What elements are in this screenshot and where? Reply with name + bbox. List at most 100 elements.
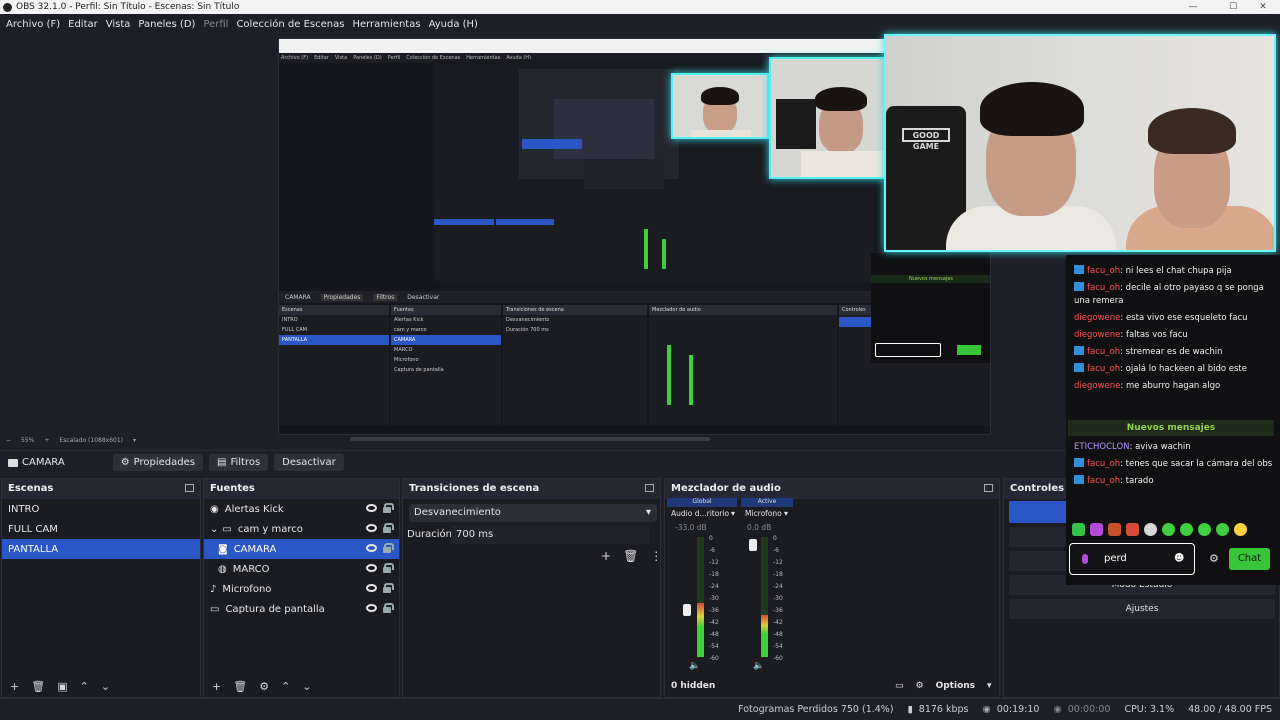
menu-help[interactable]: Ayuda (H)	[425, 19, 482, 30]
options-button[interactable]: Options	[936, 681, 975, 691]
menu-scene-collection[interactable]: Colección de Escenas	[232, 19, 348, 30]
emote-icon[interactable]	[1216, 523, 1229, 536]
chat-input[interactable]: perd ☻	[1069, 543, 1195, 575]
lock-icon[interactable]	[383, 563, 394, 573]
filter-scene-icon[interactable]: ▣	[57, 680, 67, 693]
properties-button[interactable]: ⚙ Propiedades	[112, 454, 203, 471]
microphone-icon[interactable]	[1082, 554, 1088, 564]
layout-icon[interactable]: ▭	[895, 681, 904, 691]
chat-username[interactable]: facu_oh	[1087, 283, 1120, 293]
add-source-button[interactable]: +	[212, 680, 221, 693]
send-chat-button[interactable]: Chat	[1229, 548, 1270, 570]
scene-item-full-cam[interactable]: FULL CAM	[2, 519, 200, 539]
undock-icon[interactable]	[984, 484, 993, 492]
emoji-icon[interactable]: ☻	[1174, 553, 1184, 564]
chat-username[interactable]: ETICHOCLON	[1074, 442, 1130, 452]
lock-icon[interactable]	[383, 543, 394, 553]
move-up-icon[interactable]: ⌃	[281, 680, 290, 693]
scene-item-pantalla[interactable]: PANTALLA	[2, 539, 200, 559]
emote-icon[interactable]	[1198, 523, 1211, 536]
lock-icon[interactable]	[383, 603, 394, 613]
channel-2-meter	[761, 615, 768, 657]
minimize-icon[interactable]: —	[1173, 0, 1213, 14]
chat-username[interactable]: facu_oh	[1087, 266, 1120, 276]
move-up-icon[interactable]: ⌃	[80, 680, 89, 693]
undock-icon[interactable]	[645, 484, 654, 492]
stream-time: 00:19:10	[996, 704, 1040, 715]
settings-button[interactable]: Ajustes	[1009, 599, 1275, 619]
source-item-alertas-kick[interactable]: ◉ Alertas Kick	[204, 499, 399, 519]
visibility-icon[interactable]	[366, 524, 377, 532]
chevron-down-icon[interactable]: ▾	[987, 681, 992, 691]
emote-icon[interactable]	[1108, 523, 1121, 536]
move-down-icon[interactable]: ⌄	[101, 680, 110, 693]
db-tick-label: 0	[709, 535, 713, 542]
lock-icon[interactable]	[383, 523, 394, 533]
emote-icon[interactable]	[1090, 523, 1103, 536]
source-item-captura[interactable]: ▭ Captura de pantalla	[204, 599, 399, 619]
menu-edit[interactable]: Editar	[64, 19, 102, 30]
gear-icon[interactable]: ⚙	[1209, 552, 1219, 565]
visibility-icon[interactable]	[366, 604, 377, 612]
gear-icon[interactable]: ⚙	[916, 681, 924, 691]
move-down-icon[interactable]: ⌄	[302, 680, 311, 693]
emote-icon[interactable]	[1144, 523, 1157, 536]
emote-icon[interactable]	[1162, 523, 1175, 536]
transition-select[interactable]: Desvanecimiento ▾	[409, 504, 657, 522]
chevron-down-icon[interactable]: ▾	[784, 509, 788, 518]
lock-icon[interactable]	[383, 503, 394, 513]
zoom-out-button[interactable]: −	[6, 437, 11, 444]
menu-docks[interactable]: Paneles (D)	[134, 19, 199, 30]
emote-icon[interactable]	[1234, 523, 1247, 536]
zoom-in-button[interactable]: +	[44, 437, 49, 444]
menu-file[interactable]: Archivo (F)	[2, 19, 64, 30]
source-item-cam-y-marco[interactable]: ⌄ ▭ cam y marco	[204, 519, 399, 539]
volume-icon[interactable]: 🔈	[689, 661, 700, 671]
visibility-icon[interactable]	[366, 504, 377, 512]
scene-item-intro[interactable]: INTRO	[2, 499, 200, 519]
trash-icon[interactable]: 🗑	[31, 680, 45, 693]
chat-username[interactable]: facu_oh	[1087, 364, 1120, 374]
preview-scrollbar[interactable]	[350, 437, 710, 441]
chat-username[interactable]: facu_oh	[1087, 476, 1120, 486]
chat-username[interactable]: diegowene	[1074, 381, 1120, 391]
emote-icon[interactable]	[1180, 523, 1193, 536]
duration-input[interactable]: 700 ms	[451, 526, 649, 544]
trash-icon[interactable]: 🗑	[623, 549, 638, 563]
channel-1-fader[interactable]	[683, 604, 691, 616]
visibility-icon[interactable]	[366, 544, 377, 552]
gear-icon[interactable]: ⚙	[259, 680, 269, 693]
channel-2-fader[interactable]	[749, 539, 757, 551]
chat-username[interactable]: facu_oh	[1087, 347, 1120, 357]
menu-view[interactable]: Vista	[102, 19, 135, 30]
chat-username[interactable]: diegowene	[1074, 313, 1120, 323]
volume-icon[interactable]: 🔈	[753, 661, 764, 671]
chevron-down-icon[interactable]: ⌄	[210, 524, 218, 535]
close-icon[interactable]: ✕	[1243, 0, 1280, 14]
undock-icon[interactable]	[185, 484, 194, 492]
chat-message: diegowene: faltas vos facu	[1066, 327, 1280, 344]
add-scene-button[interactable]: +	[10, 680, 19, 693]
chevron-down-icon[interactable]: ▾	[731, 509, 735, 518]
visibility-icon[interactable]	[366, 564, 377, 572]
lock-icon[interactable]	[383, 583, 394, 593]
more-icon[interactable]: ⋮	[650, 549, 662, 563]
emote-icon[interactable]	[1126, 523, 1139, 536]
add-transition-button[interactable]: +	[601, 549, 611, 563]
visibility-icon[interactable]	[366, 584, 377, 592]
chat-username[interactable]: diegowene	[1074, 330, 1120, 340]
menu-tools[interactable]: Herramientas	[348, 19, 424, 30]
chevron-down-icon[interactable]: ▾	[133, 437, 136, 444]
emote-icon[interactable]	[1072, 523, 1085, 536]
source-item-microfono[interactable]: ♪ Microfono	[204, 579, 399, 599]
source-item-camara[interactable]: ◙ CAMARA	[204, 539, 399, 559]
menu-profile[interactable]: Perfil	[199, 19, 232, 30]
chair-logo: GOOD GAME	[902, 128, 950, 151]
trash-icon[interactable]: 🗑	[233, 680, 247, 693]
deactivate-button[interactable]: Desactivar	[274, 454, 344, 471]
chat-username[interactable]: facu_oh	[1087, 459, 1120, 469]
source-item-marco[interactable]: ◍ MARCO	[204, 559, 399, 579]
start-stream-button[interactable]	[1009, 501, 1069, 523]
audio-mixer-dock: Mezclador de audio Global Audio d...rito…	[664, 478, 1000, 698]
filters-button[interactable]: ▤ Filtros	[208, 454, 269, 471]
